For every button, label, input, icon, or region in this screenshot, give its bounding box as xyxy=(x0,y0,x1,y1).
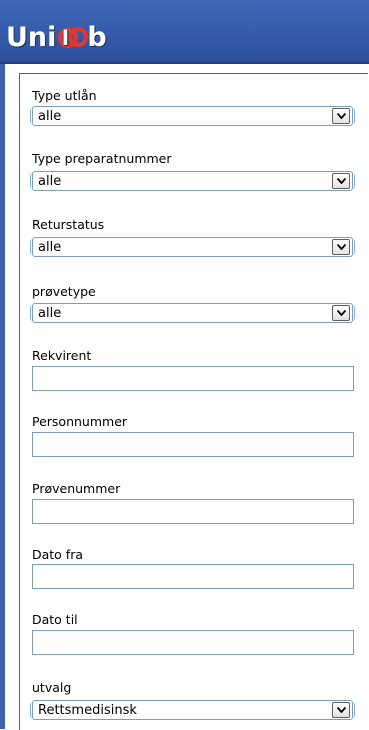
dato-til-input[interactable] xyxy=(32,630,354,655)
type-utlan-value: alle xyxy=(38,109,62,124)
chevron-down-icon[interactable] xyxy=(332,173,350,189)
type-preparatnummer-select[interactable]: alle xyxy=(30,171,355,191)
type-utlan-select[interactable]: alle xyxy=(30,106,355,126)
chevron-down-icon[interactable] xyxy=(332,108,350,124)
dato-til-label: Dato til xyxy=(32,612,78,627)
returstatus-label: Returstatus xyxy=(32,217,105,232)
utvalg-select[interactable]: Rettsmedisinsk xyxy=(30,700,355,720)
provenummer-label: Prøvenummer xyxy=(32,481,121,496)
dato-fra-label: Dato fra xyxy=(32,547,84,562)
logo-lab-mark: l xyxy=(57,24,89,50)
chevron-down-icon[interactable] xyxy=(332,305,350,321)
rekvirent-input[interactable] xyxy=(32,366,354,391)
returstatus-select[interactable]: alle xyxy=(30,237,355,257)
logo-text-end: b xyxy=(87,21,107,53)
utvalg-label: utvalg xyxy=(32,680,72,695)
returstatus-value: alle xyxy=(38,240,62,255)
app-header: Uni l b xyxy=(0,0,369,64)
chevron-down-icon[interactable] xyxy=(332,239,350,255)
provetype-label: prøvetype xyxy=(32,284,96,299)
type-utlan-label: Type utlån xyxy=(32,88,97,103)
left-side-strip xyxy=(0,64,5,729)
rekvirent-label: Rekvirent xyxy=(32,348,92,363)
personnummer-input[interactable] xyxy=(32,432,354,457)
provenummer-input[interactable] xyxy=(32,499,354,524)
chevron-down-icon[interactable] xyxy=(332,702,350,718)
type-preparatnummer-value: alle xyxy=(38,174,62,189)
utvalg-value: Rettsmedisinsk xyxy=(38,703,137,718)
provetype-value: alle xyxy=(38,306,62,321)
svg-text:l: l xyxy=(62,26,69,50)
unilab-logo[interactable]: Uni l b xyxy=(6,20,107,54)
dato-fra-input[interactable] xyxy=(32,564,354,589)
provetype-select[interactable]: alle xyxy=(30,303,355,323)
personnummer-label: Personnummer xyxy=(32,414,128,429)
type-preparatnummer-label: Type preparatnummer xyxy=(32,151,172,166)
logo-text-start: Uni xyxy=(6,21,57,53)
